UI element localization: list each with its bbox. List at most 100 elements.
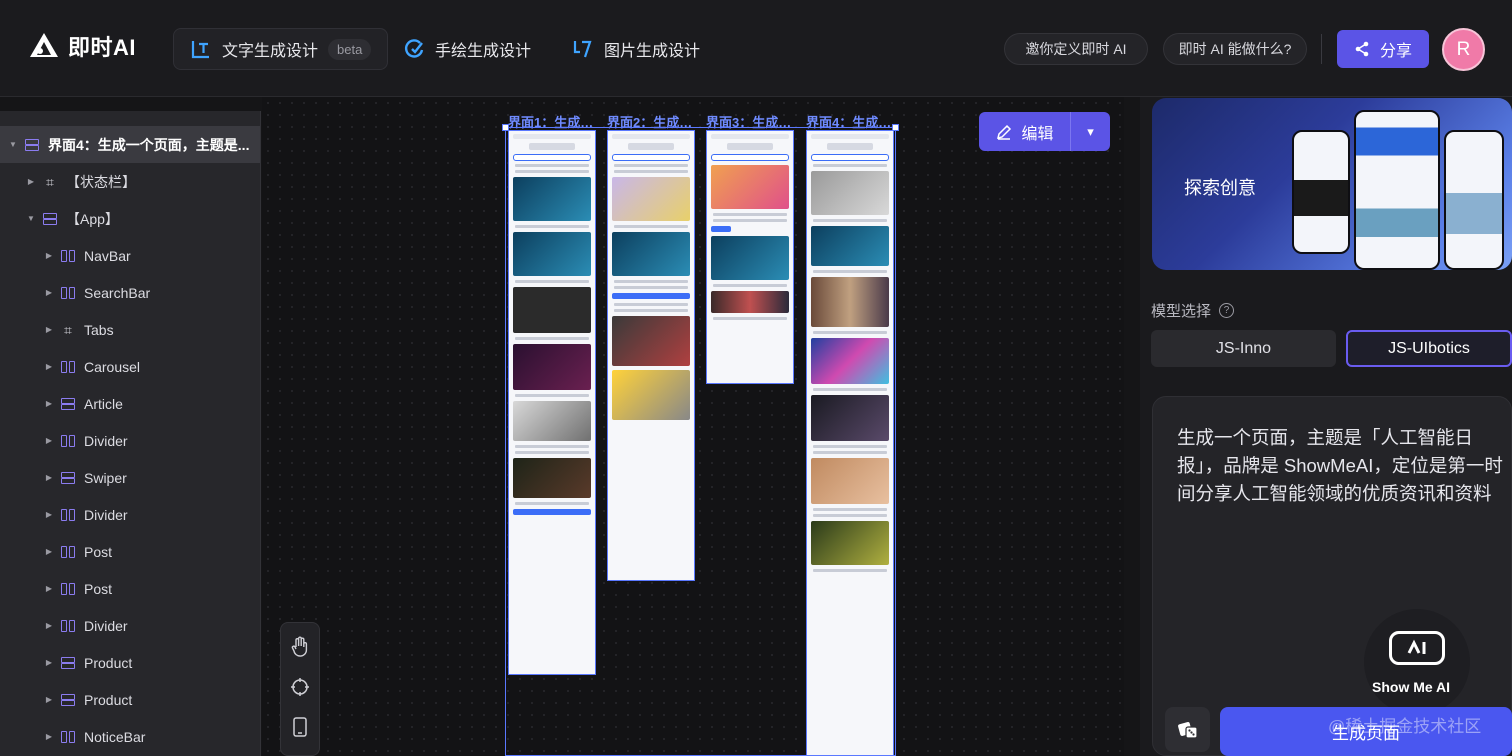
invite-button[interactable]: 邀你定义即时 AI — [1004, 33, 1148, 65]
tree-item-divider[interactable]: ▶ Divider — [0, 607, 260, 644]
collapse-icon[interactable]: ▶ — [44, 695, 54, 704]
columns-icon — [60, 360, 76, 374]
expand-icon[interactable]: ▼ — [8, 140, 18, 149]
nav-bar — [529, 143, 575, 150]
edit-main-button[interactable]: 编辑 — [979, 112, 1071, 151]
tree-item-statusbar[interactable]: ▶ ⌗ 【状态栏】 — [0, 163, 260, 200]
screen-label-2[interactable]: 界面2：生成… — [607, 112, 692, 131]
edit-button[interactable]: 编辑 ▾ — [979, 112, 1110, 151]
text-line — [813, 514, 887, 517]
thumbnail — [612, 370, 690, 420]
top-bar: 即时AI 文字生成设计 beta 手绘生成设计 图片生成设计 邀你定义即时 AI… — [0, 0, 1512, 97]
expand-icon[interactable]: ▼ — [26, 214, 36, 223]
screen-label-4[interactable]: 界面4：生成… — [806, 112, 891, 131]
share-button[interactable]: 分享 — [1337, 30, 1429, 68]
tab-pill — [711, 226, 731, 232]
collapse-icon[interactable]: ▶ — [44, 325, 54, 334]
cta-button — [513, 509, 591, 515]
text-line — [813, 508, 887, 511]
collapse-icon[interactable]: ▶ — [44, 547, 54, 556]
tab-image-gen-label: 图片生成设计 — [604, 43, 701, 60]
tree-item-label: 界面4：生成一个页面，主题是... — [48, 136, 250, 153]
collapse-icon[interactable]: ▶ — [44, 362, 54, 371]
collapse-icon[interactable]: ▶ — [44, 510, 54, 519]
collapse-icon[interactable]: ▶ — [44, 584, 54, 593]
screen-preview-3[interactable] — [706, 130, 794, 384]
tree-item-tabs[interactable]: ▶ ⌗ Tabs — [0, 311, 260, 348]
phone-icon[interactable] — [281, 707, 319, 747]
tab-text-gen[interactable]: 文字生成设计 beta — [173, 28, 389, 70]
tree-item-divider[interactable]: ▶ Divider — [0, 496, 260, 533]
tree-item-carousel[interactable]: ▶ Carousel — [0, 348, 260, 385]
tree-item-product[interactable]: ▶ Product — [0, 681, 260, 718]
screen-label-3[interactable]: 界面3：生成… — [706, 112, 791, 131]
text-line — [515, 225, 589, 228]
tree-item-product[interactable]: ▶ Product — [0, 644, 260, 681]
help-icon[interactable]: ? — [1219, 303, 1235, 318]
text-line — [515, 394, 589, 397]
robot-icon — [1389, 631, 1445, 665]
chevron-down-icon[interactable]: ▾ — [1071, 124, 1110, 140]
tree-item-label: 【App】 — [66, 210, 119, 227]
tab-sketch-gen[interactable]: 手绘生成设计 — [387, 28, 547, 70]
app-logo[interactable]: 即时AI — [28, 30, 136, 62]
tree-item-label: Carousel — [84, 358, 141, 375]
screen-label-1[interactable]: 界面1：生成… — [508, 112, 593, 131]
collapse-icon[interactable]: ▶ — [44, 621, 54, 630]
thumbnail — [711, 165, 789, 209]
tree-item-label: Divider — [84, 432, 128, 449]
capabilities-button[interactable]: 即时 AI 能做什么? — [1163, 33, 1307, 65]
prompt-text[interactable]: 生成一个页面，主题是「人工智能日报」，品牌是 ShowMeAI，定位是第一时间分… — [1177, 424, 1507, 508]
crosshair-icon[interactable] — [281, 667, 319, 707]
video-thumbnail — [513, 287, 591, 333]
stack-icon — [42, 212, 58, 226]
stack-icon — [60, 656, 76, 670]
text-line — [813, 331, 887, 334]
code-thumbnail — [513, 344, 591, 390]
model-option-uibotics[interactable]: JS-UIbotics — [1346, 330, 1512, 367]
collapse-icon[interactable]: ▶ — [44, 658, 54, 667]
columns-icon — [60, 508, 76, 522]
tree-item-swiper[interactable]: ▶ Swiper — [0, 459, 260, 496]
avatar[interactable]: R — [1442, 28, 1485, 71]
tab-image-gen[interactable]: 图片生成设计 — [556, 28, 716, 70]
collapse-icon[interactable]: ▶ — [44, 288, 54, 297]
status-bar — [711, 134, 789, 139]
collapse-icon[interactable]: ▶ — [44, 732, 54, 741]
thumbnail — [513, 458, 591, 498]
search-bar — [711, 154, 789, 161]
collapse-icon[interactable]: ▶ — [44, 399, 54, 408]
tree-item-label: Swiper — [84, 469, 127, 486]
tree-item-noticebar[interactable]: ▶ NoticeBar — [0, 718, 260, 755]
post-image — [811, 395, 889, 441]
collapse-icon[interactable]: ▶ — [44, 251, 54, 260]
collapse-icon[interactable]: ▶ — [44, 473, 54, 482]
collapse-icon[interactable]: ▶ — [26, 177, 36, 186]
tree-item-screen4[interactable]: ▼ 界面4：生成一个页面，主题是... — [0, 126, 260, 163]
screen-preview-2[interactable] — [607, 130, 695, 581]
text-line — [515, 280, 589, 283]
columns-icon — [60, 582, 76, 596]
text-line — [515, 445, 589, 448]
hand-icon[interactable] — [281, 627, 319, 667]
frame-icon: ⌗ — [46, 173, 54, 190]
tree-item-searchbar[interactable]: ▶ SearchBar — [0, 274, 260, 311]
tree-item-post[interactable]: ▶ Post — [0, 570, 260, 607]
model-option-inno[interactable]: JS-Inno — [1151, 330, 1336, 367]
text-line — [515, 337, 589, 340]
tree-item-navbar[interactable]: ▶ NavBar — [0, 237, 260, 274]
tree-item-divider[interactable]: ▶ Divider — [0, 422, 260, 459]
tree-item-app[interactable]: ▼ 【App】 — [0, 200, 260, 237]
status-bar — [513, 134, 591, 139]
text-line — [813, 388, 887, 391]
thumbnail — [612, 316, 690, 366]
collapse-icon[interactable]: ▶ — [44, 436, 54, 445]
explore-banner[interactable]: 探索创意 — [1152, 98, 1512, 270]
tree-item-label: Product — [84, 691, 133, 708]
screen-preview-1[interactable] — [508, 130, 596, 675]
screen-preview-4[interactable] — [806, 130, 894, 756]
tree-item-article[interactable]: ▶ Article — [0, 385, 260, 422]
random-prompt-button[interactable] — [1165, 707, 1210, 752]
tree-item-post[interactable]: ▶ Post — [0, 533, 260, 570]
nav-bar — [727, 143, 773, 150]
